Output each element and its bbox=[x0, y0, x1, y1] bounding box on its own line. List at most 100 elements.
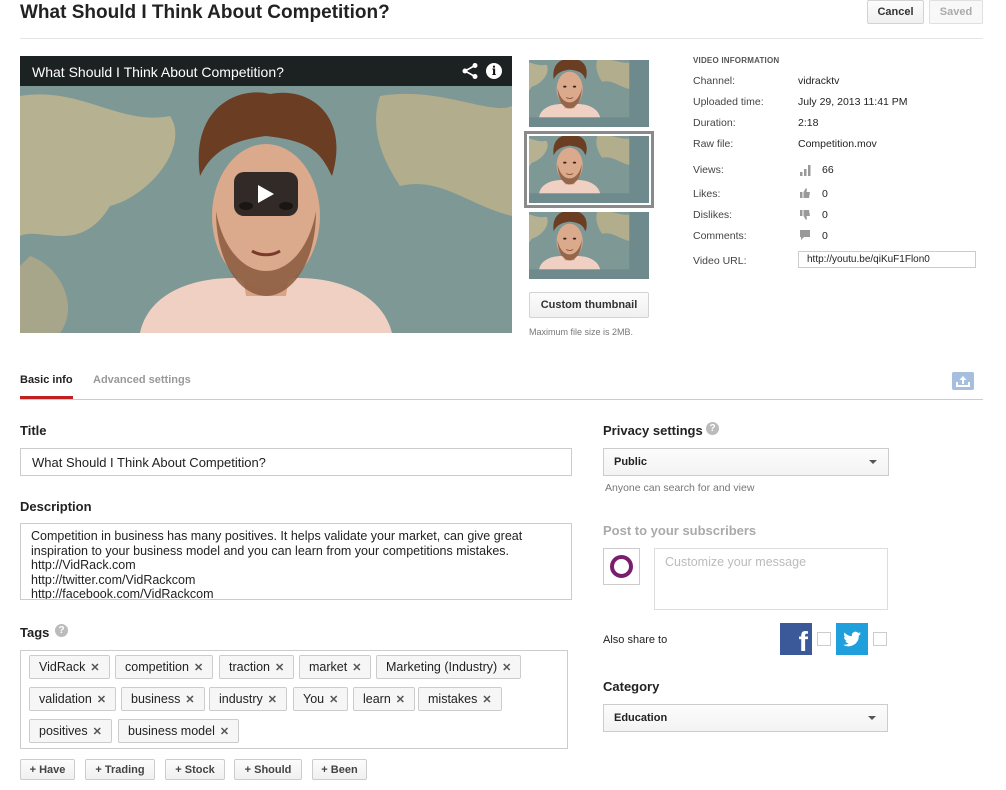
tag-chip[interactable]: business model ✕ bbox=[118, 719, 240, 743]
tag-chip[interactable]: competition ✕ bbox=[115, 655, 214, 679]
suggested-tag-button[interactable]: + Trading bbox=[85, 759, 155, 780]
category-value: Education bbox=[614, 712, 668, 724]
views-value: 66 bbox=[822, 164, 834, 176]
dropdown-arrow-icon bbox=[868, 716, 876, 720]
tag-chip[interactable]: mistakes ✕ bbox=[418, 687, 502, 711]
tag-remove-icon[interactable]: ✕ bbox=[482, 694, 491, 706]
dislikes-label: Dislikes: bbox=[693, 209, 733, 221]
tags-input[interactable]: VidRack ✕ competition ✕ traction ✕ market ✕ … bbox=[20, 650, 568, 749]
tag-chip[interactable]: You ✕ bbox=[293, 687, 349, 711]
player-title-bar: What Should I Think About Competition? i bbox=[20, 56, 512, 86]
category-select[interactable]: Education bbox=[603, 704, 888, 732]
privacy-help-icon[interactable]: ? bbox=[706, 422, 719, 435]
also-share-label: Also share to bbox=[603, 634, 668, 646]
comments-value: 0 bbox=[822, 230, 828, 242]
duration-value: 2:18 bbox=[798, 117, 819, 129]
dropdown-arrow-icon bbox=[869, 460, 877, 464]
suggested-tag-button[interactable]: + Stock bbox=[165, 759, 225, 780]
views-label: Views: bbox=[693, 164, 724, 176]
category-label: Category bbox=[603, 679, 660, 694]
twitter-share-checkbox[interactable] bbox=[873, 632, 887, 646]
tag-chip[interactable]: Marketing (Industry) ✕ bbox=[376, 655, 522, 679]
tag-remove-icon[interactable]: ✕ bbox=[396, 694, 405, 706]
header-divider bbox=[20, 38, 983, 39]
custom-thumbnail-button[interactable]: Custom thumbnail bbox=[529, 292, 649, 318]
saved-button[interactable]: Saved bbox=[929, 0, 983, 24]
tag-chip[interactable]: market ✕ bbox=[299, 655, 372, 679]
title-label: Title bbox=[20, 423, 47, 438]
comment-icon bbox=[800, 230, 810, 240]
tag-remove-icon[interactable]: ✕ bbox=[194, 662, 203, 674]
channel-value: vidracktv bbox=[798, 75, 840, 87]
thumbnail-size-note: Maximum file size is 2MB. bbox=[529, 327, 634, 337]
play-button[interactable] bbox=[234, 172, 298, 216]
suggested-tag-button[interactable]: + Have bbox=[20, 759, 75, 780]
facebook-share-checkbox[interactable] bbox=[817, 632, 831, 646]
tag-chip[interactable]: validation ✕ bbox=[29, 687, 117, 711]
thumbs-down-icon bbox=[800, 210, 810, 220]
subscriber-message-input[interactable] bbox=[654, 548, 888, 610]
tags-label: Tags bbox=[20, 625, 50, 640]
thumbnail-option-3[interactable] bbox=[529, 212, 649, 279]
raw-file-label: Raw file: bbox=[693, 138, 734, 150]
tag-remove-icon[interactable]: ✕ bbox=[185, 694, 194, 706]
share-icon[interactable] bbox=[461, 62, 479, 80]
tags-help-icon[interactable]: ? bbox=[55, 624, 68, 637]
tag-chip[interactable]: business ✕ bbox=[121, 687, 205, 711]
privacy-hint: Anyone can search for and view bbox=[605, 482, 755, 494]
views-bar-icon bbox=[800, 165, 811, 176]
tag-remove-icon[interactable]: ✕ bbox=[268, 694, 277, 706]
thumbs-up-icon bbox=[800, 188, 810, 198]
video-url-label: Video URL: bbox=[693, 255, 747, 267]
likes-value: 0 bbox=[822, 188, 828, 200]
info-icon[interactable]: i bbox=[486, 63, 502, 79]
tag-remove-icon[interactable]: ✕ bbox=[97, 694, 106, 706]
tag-remove-icon[interactable]: ✕ bbox=[329, 694, 338, 706]
raw-file-value: Competition.mov bbox=[798, 138, 877, 150]
channel-logo-icon bbox=[610, 555, 633, 578]
player-title: What Should I Think About Competition? bbox=[32, 64, 284, 80]
duration-label: Duration: bbox=[693, 117, 736, 129]
video-player[interactable]: What Should I Think About Competition? i bbox=[20, 56, 512, 333]
video-url-field[interactable] bbox=[798, 251, 976, 268]
title-input[interactable] bbox=[20, 448, 572, 476]
privacy-value: Public bbox=[614, 456, 648, 468]
tag-remove-icon[interactable]: ✕ bbox=[220, 726, 229, 738]
privacy-label: Privacy settings bbox=[603, 423, 703, 438]
uploaded-label: Uploaded time: bbox=[693, 96, 764, 108]
avatar bbox=[603, 548, 640, 585]
description-textarea[interactable]: Competition in business has many positiv… bbox=[20, 523, 572, 600]
upload-icon[interactable] bbox=[952, 372, 974, 390]
video-info-heading: VIDEO INFORMATION bbox=[693, 56, 780, 65]
play-icon bbox=[258, 185, 274, 203]
thumbnail-option-1[interactable] bbox=[529, 60, 649, 127]
tag-chip[interactable]: traction ✕ bbox=[219, 655, 295, 679]
tag-remove-icon[interactable]: ✕ bbox=[90, 662, 99, 674]
comments-label: Comments: bbox=[693, 230, 747, 242]
tag-chip[interactable]: positives ✕ bbox=[29, 719, 112, 743]
post-subscribers-label: Post to your subscribers bbox=[603, 523, 757, 538]
suggested-tag-button[interactable]: + Been bbox=[312, 759, 367, 780]
page-title: What Should I Think About Competition? bbox=[20, 2, 390, 23]
likes-label: Likes: bbox=[693, 188, 721, 200]
tab-divider bbox=[20, 399, 983, 400]
twitter-icon[interactable] bbox=[836, 623, 868, 655]
uploaded-value: July 29, 2013 11:41 PM bbox=[798, 96, 908, 108]
privacy-select[interactable]: Public bbox=[603, 448, 889, 476]
tag-chip[interactable]: industry ✕ bbox=[209, 687, 287, 711]
tag-chip[interactable]: learn ✕ bbox=[353, 687, 416, 711]
tag-remove-icon[interactable]: ✕ bbox=[352, 662, 361, 674]
cancel-button[interactable]: Cancel bbox=[867, 0, 924, 24]
tag-remove-icon[interactable]: ✕ bbox=[502, 662, 511, 674]
suggested-tag-button[interactable]: + Should bbox=[234, 759, 302, 780]
dislikes-value: 0 bbox=[822, 209, 828, 221]
tag-chip[interactable]: VidRack ✕ bbox=[29, 655, 110, 679]
tag-remove-icon[interactable]: ✕ bbox=[93, 726, 102, 738]
facebook-icon[interactable]: f bbox=[780, 623, 812, 655]
description-label: Description bbox=[20, 499, 92, 514]
tag-remove-icon[interactable]: ✕ bbox=[275, 662, 284, 674]
channel-label: Channel: bbox=[693, 75, 736, 87]
tab-advanced-settings[interactable]: Advanced settings bbox=[93, 374, 191, 386]
thumbnail-option-2-selected[interactable] bbox=[524, 131, 654, 208]
tab-basic-info[interactable]: Basic info bbox=[20, 374, 73, 386]
